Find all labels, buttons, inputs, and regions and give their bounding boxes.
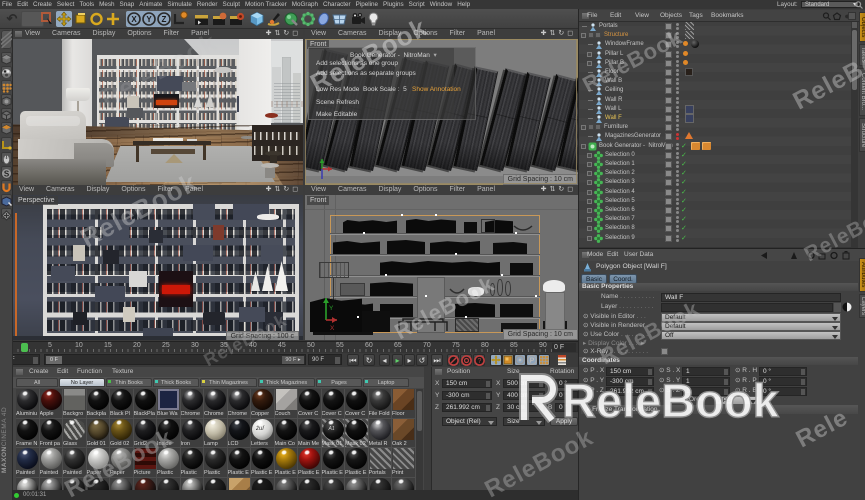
svg-text:S: S xyxy=(4,170,10,179)
svg-text:X: X xyxy=(131,15,137,24)
svg-text:X: X xyxy=(330,325,335,332)
svg-text:Y: Y xyxy=(329,305,334,312)
svg-text:Y: Y xyxy=(146,15,152,24)
svg-text:Z: Z xyxy=(162,15,167,24)
svg-text:?: ? xyxy=(478,358,482,365)
svg-text:P: P xyxy=(530,358,535,365)
